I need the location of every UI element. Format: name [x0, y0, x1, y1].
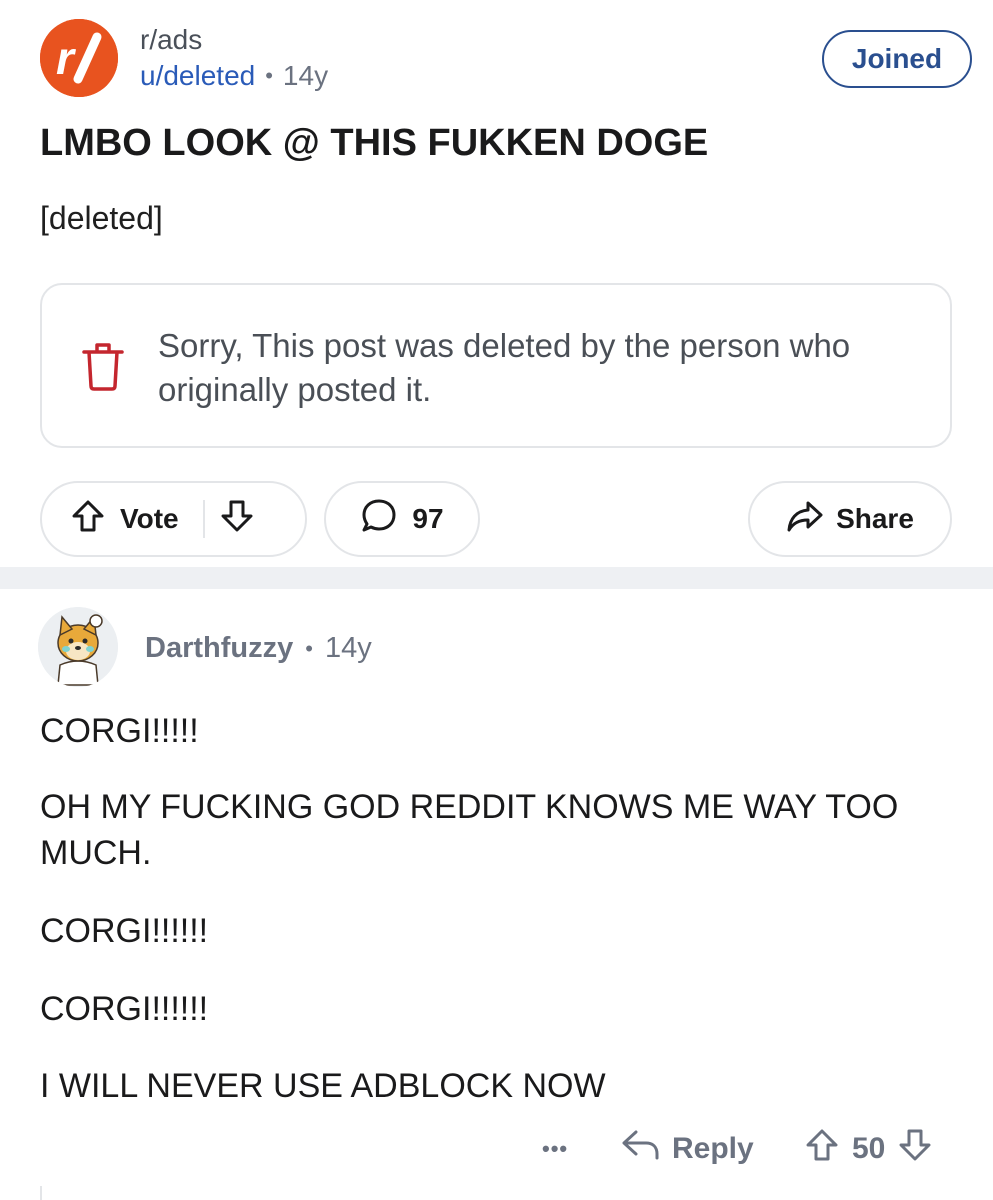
comment-meta: Darthfuzzy • 14y — [145, 632, 372, 665]
post-title[interactable]: LMBO LOOK @ THIS FUKKEN DOGE — [40, 122, 708, 165]
section-divider — [0, 567, 993, 589]
doge-avatar-icon — [38, 607, 118, 687]
post-meta: u/deleted • 14y — [140, 60, 328, 92]
deleted-notice-text: Sorry, This post was deleted by the pers… — [158, 327, 851, 408]
comment-line: CORGI!!!!!! — [40, 912, 209, 950]
comment-author[interactable]: Darthfuzzy — [145, 632, 293, 665]
subreddit-name[interactable]: r/ads — [140, 24, 202, 56]
comment-line: MUCH. — [40, 834, 152, 872]
comment-vote: 50 — [804, 1124, 933, 1174]
downvote-icon[interactable] — [219, 498, 255, 541]
upvote-icon[interactable] — [804, 1127, 840, 1171]
post-age: 14y — [282, 60, 329, 91]
comment-count: 97 — [412, 503, 444, 534]
comment-line: CORGI!!!!! — [40, 712, 199, 750]
reply-label: Reply — [672, 1132, 754, 1165]
meta-separator: • — [305, 635, 313, 661]
avatar[interactable] — [38, 607, 118, 687]
svg-text:r: r — [56, 32, 76, 84]
reply-arrow-icon — [620, 1128, 660, 1170]
downvote-icon[interactable] — [897, 1127, 933, 1171]
comment-line: OH MY FUCKING GOD REDDIT KNOWS ME WAY TO… — [40, 788, 899, 826]
share-button[interactable]: Share — [748, 481, 952, 557]
post-body: [deleted] — [40, 200, 163, 236]
subreddit-icon[interactable]: r — [40, 19, 118, 97]
share-arrow-icon — [786, 498, 824, 541]
comment-age: 14y — [324, 632, 372, 664]
thread-line — [40, 1186, 42, 1200]
reddit-r-slash-icon: r — [40, 19, 118, 97]
joined-button[interactable]: Joined — [822, 30, 972, 88]
comments-button[interactable]: 97 — [324, 481, 480, 557]
share-label: Share — [836, 503, 914, 534]
upvote-icon[interactable] — [70, 498, 106, 541]
more-options-icon: ••• — [542, 1136, 569, 1161]
trash-icon — [82, 343, 124, 391]
comment-score: 50 — [852, 1132, 886, 1165]
reply-button[interactable]: Reply — [620, 1124, 754, 1174]
post-author[interactable]: u/deleted — [140, 60, 255, 92]
comment-line: CORGI!!!!!! — [40, 990, 209, 1028]
vote-divider — [202, 500, 205, 538]
comment-bubble-icon — [360, 497, 398, 542]
meta-separator: • — [265, 63, 273, 88]
comment-line: I WILL NEVER USE ADBLOCK NOW — [40, 1067, 606, 1105]
vote-label: Vote — [120, 503, 179, 534]
vote-pill: Vote — [40, 481, 307, 557]
more-options-button[interactable]: ••• — [542, 1124, 568, 1174]
